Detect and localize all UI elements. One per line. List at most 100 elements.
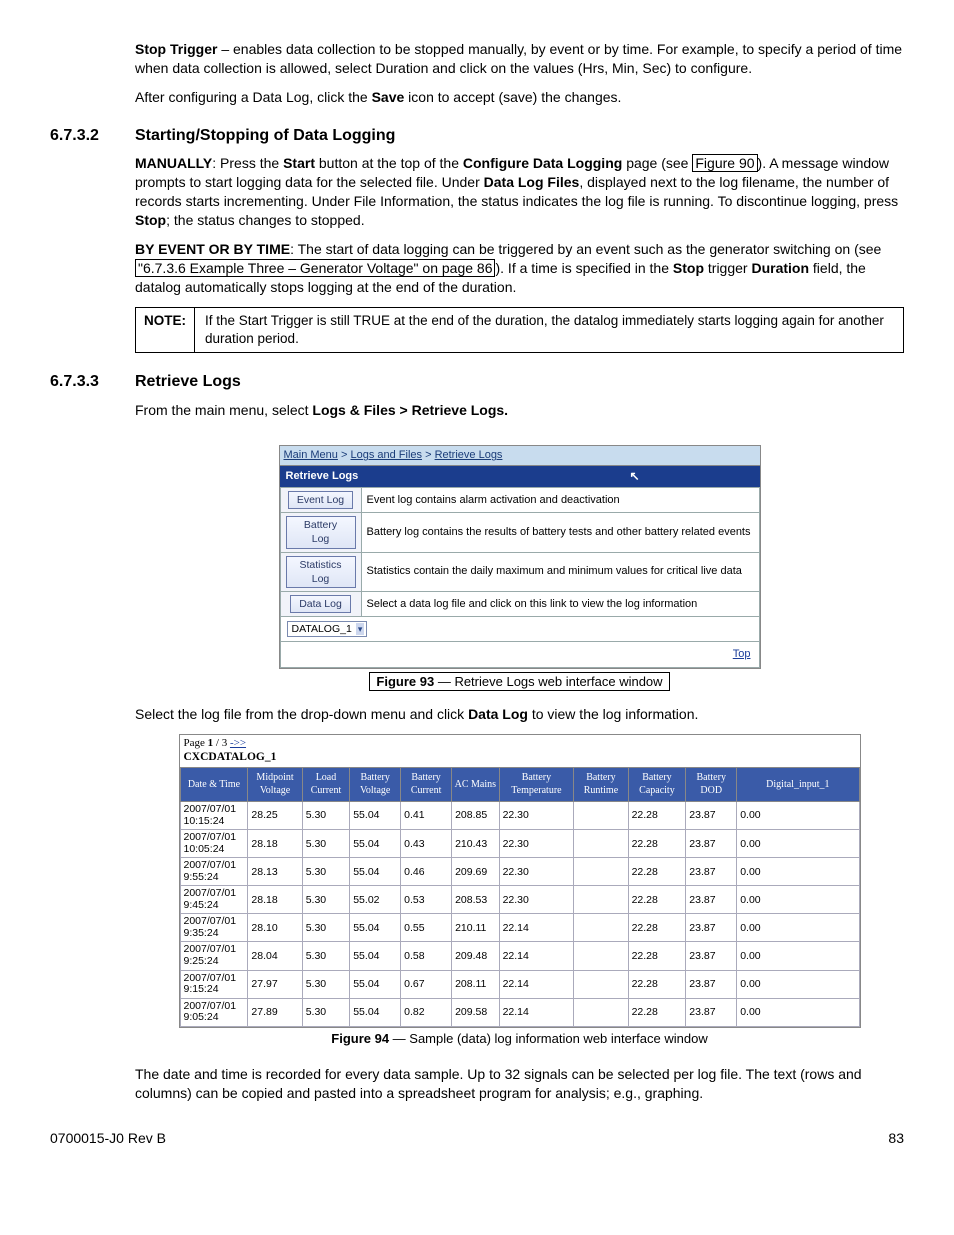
cell: 23.87 <box>686 970 737 998</box>
cell: 22.30 <box>499 886 574 914</box>
txt: button at the top of the <box>315 155 463 171</box>
cell: 0.55 <box>401 914 452 942</box>
data-log-button[interactable]: Data Log <box>290 595 351 613</box>
cell: 28.10 <box>248 914 302 942</box>
cell: 210.11 <box>452 914 500 942</box>
cell: 0.00 <box>737 801 859 829</box>
cell: 55.04 <box>350 914 401 942</box>
breadcrumb-link[interactable]: Main Menu <box>284 449 338 461</box>
cell: 23.87 <box>686 858 737 886</box>
column-header: Load Current <box>302 767 350 801</box>
cell: 5.30 <box>302 801 350 829</box>
cell: 55.04 <box>350 970 401 998</box>
cell: 2007/07/01 10:15:24 <box>180 801 248 829</box>
cell: 55.04 <box>350 830 401 858</box>
cell: 5.30 <box>302 886 350 914</box>
cell: 0.00 <box>737 858 859 886</box>
next-page-link[interactable]: ->> <box>230 737 246 749</box>
cell: 5.30 <box>302 914 350 942</box>
menu-path: Logs & Files > Retrieve Logs. <box>312 402 508 418</box>
secnum: 6.7.3.3 <box>50 371 135 393</box>
para-retrieve-logs: From the main menu, select Logs & Files … <box>50 401 904 420</box>
section-ref-6736[interactable]: "6.7.3.6 Example Three – Generator Volta… <box>135 259 495 277</box>
page-footer: 0700015-J0 Rev B 83 <box>50 1129 904 1148</box>
panel-title-text: Retrieve Logs <box>286 470 359 482</box>
stop-trigger-text: – enables data collection to be stopped … <box>135 41 902 76</box>
event-log-button[interactable]: Event Log <box>288 491 353 509</box>
cell: 2007/07/01 9:15:24 <box>180 970 248 998</box>
page-total: / 3 <box>213 737 230 749</box>
duration-label: Duration <box>751 260 809 276</box>
column-header: Battery Voltage <box>350 767 401 801</box>
cell: 55.02 <box>350 886 401 914</box>
cell: 55.04 <box>350 858 401 886</box>
cell <box>574 858 628 886</box>
cell: 23.87 <box>686 914 737 942</box>
cell: 210.43 <box>452 830 500 858</box>
top-link[interactable]: Top <box>733 648 751 660</box>
cell: 22.30 <box>499 858 574 886</box>
column-header: Battery Current <box>401 767 452 801</box>
battery-log-button[interactable]: Battery Log <box>286 516 356 548</box>
para-stop-trigger: Stop Trigger – enables data collection t… <box>50 40 904 78</box>
stop-label: Stop <box>135 212 166 228</box>
txt: page (see <box>622 155 692 171</box>
cell: 208.53 <box>452 886 500 914</box>
cell: 22.28 <box>628 830 686 858</box>
table-row: 2007/07/01 10:15:2428.255.3055.040.41208… <box>180 801 859 829</box>
statistics-log-button[interactable]: Statistics Log <box>286 556 356 588</box>
manually-label: MANUALLY <box>135 155 212 171</box>
datalog-dropdown[interactable]: DATALOG_1▾ <box>287 621 368 637</box>
cell: 0.82 <box>401 998 452 1026</box>
cell: 55.04 <box>350 801 401 829</box>
figure-ref-90[interactable]: Figure 90 <box>692 154 757 172</box>
cursor-icon: ↖ <box>629 468 639 484</box>
table-row: Battery Log Battery log contains the res… <box>280 513 759 552</box>
panel-title: Retrieve Logs ↖ <box>280 466 760 487</box>
cell: 28.18 <box>248 886 302 914</box>
cell: 2007/07/01 10:05:24 <box>180 830 248 858</box>
table-row: Top <box>280 642 759 668</box>
cell: 0.00 <box>737 886 859 914</box>
cell: 23.87 <box>686 801 737 829</box>
row-desc: Battery log contains the results of batt… <box>361 513 759 552</box>
column-header: Battery Temperature <box>499 767 574 801</box>
table-row: 2007/07/01 9:05:2427.895.3055.040.82209.… <box>180 998 859 1026</box>
column-header: Digital_input_1 <box>737 767 859 801</box>
table-row: Data Log Select a data log file and clic… <box>280 591 759 616</box>
breadcrumb-link[interactable]: Logs and Files <box>350 449 422 461</box>
fig-title: — Sample (data) log information web inte… <box>389 1031 708 1046</box>
cell: 22.14 <box>499 914 574 942</box>
table-row: 2007/07/01 9:15:2427.975.3055.040.67208.… <box>180 970 859 998</box>
cell <box>574 801 628 829</box>
cell: 28.25 <box>248 801 302 829</box>
para-summary: The date and time is recorded for every … <box>50 1065 904 1103</box>
txt: : The start of data logging can be trigg… <box>290 241 881 257</box>
cell: 23.87 <box>686 998 737 1026</box>
column-header: Battery Runtime <box>574 767 628 801</box>
cell: 208.11 <box>452 970 500 998</box>
table-header-row: Date & TimeMidpoint VoltageLoad CurrentB… <box>180 767 859 801</box>
breadcrumb-link[interactable]: Retrieve Logs <box>435 449 503 461</box>
data-log-label: Data Log <box>468 706 528 722</box>
cell: 22.28 <box>628 858 686 886</box>
cell: 0.00 <box>737 942 859 970</box>
cell: 5.30 <box>302 830 350 858</box>
txt: : Press the <box>212 155 283 171</box>
cell: 208.85 <box>452 801 500 829</box>
pager: Page 1 / 3 ->> <box>180 735 860 751</box>
cell: 209.58 <box>452 998 500 1026</box>
cell: 28.04 <box>248 942 302 970</box>
cell: 0.58 <box>401 942 452 970</box>
doc-id: 0700015-J0 Rev B <box>50 1129 166 1148</box>
cell: 0.67 <box>401 970 452 998</box>
table-row: Statistics Log Statistics contain the da… <box>280 552 759 591</box>
txt: ). If a time is specified in the <box>495 260 672 276</box>
cell: 22.30 <box>499 801 574 829</box>
retrieve-logs-table: Event Log Event log contains alarm activ… <box>280 487 760 668</box>
column-header: Battery DOD <box>686 767 737 801</box>
figure-93-caption: Figure 93 — Retrieve Logs web interface … <box>135 673 904 691</box>
cell: 5.30 <box>302 858 350 886</box>
cell: 22.28 <box>628 914 686 942</box>
cell: 0.00 <box>737 998 859 1026</box>
